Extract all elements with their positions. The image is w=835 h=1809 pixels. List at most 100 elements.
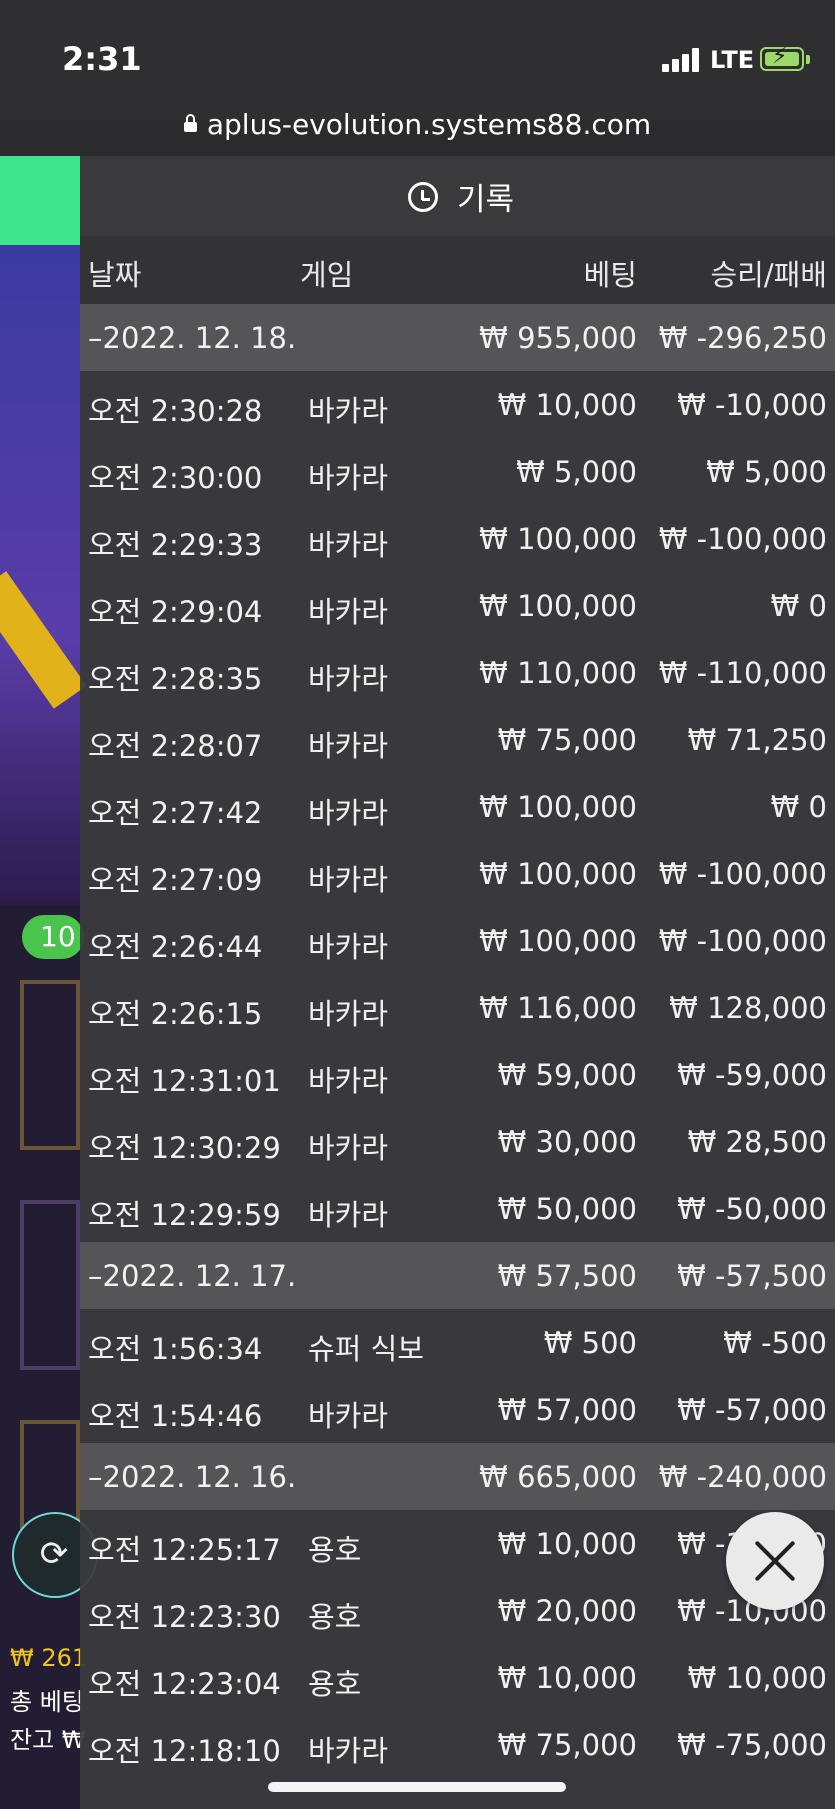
status-bar: 2:31 LTE ⚡ aplus-evolution.systems88.com [0, 0, 835, 141]
row-bet: ₩ 955,000 [479, 321, 637, 355]
row-bet: ₩ 5,000 [516, 455, 637, 489]
address-bar[interactable]: aplus-evolution.systems88.com [0, 108, 835, 141]
row-game: 바카라 [308, 1734, 389, 1768]
row-game: 바카라 [308, 461, 389, 495]
row-winloss: ₩ -59,000 [677, 1058, 827, 1092]
history-row: 오전 2:26:15 바카라 ₩ 116,000 ₩ 128,000 [80, 974, 835, 1041]
history-row: 오전 12:23:30 용호 ₩ 20,000 ₩ -10,000 [80, 1577, 835, 1644]
row-winloss: ₩ -240,000 [658, 1460, 827, 1494]
row-winloss: ₩ -100,000 [658, 857, 827, 891]
row-winloss: ₩ 0 [770, 589, 827, 623]
row-game: 바카라 [308, 1399, 389, 1433]
game-decor-green [0, 156, 80, 246]
row-winloss: ₩ -57,000 [677, 1393, 827, 1427]
row-time: 오전 2:26:44 [88, 930, 263, 964]
row-bet: ₩ 100,000 [479, 589, 637, 623]
row-game: 바카라 [308, 863, 389, 897]
signal-icon [662, 48, 702, 72]
history-row: 오전 12:30:29 바카라 ₩ 30,000 ₩ 28,500 [80, 1108, 835, 1175]
card-frame [20, 1200, 80, 1370]
row-game: 바카라 [308, 1131, 389, 1165]
row-winloss: ₩ 28,500 [687, 1125, 827, 1159]
row-time: 오전 2:30:00 [88, 461, 263, 495]
row-winloss: ₩ -10,000 [677, 388, 827, 422]
row-time: 오전 2:28:07 [88, 729, 263, 763]
row-time: 오전 2:29:33 [88, 528, 263, 562]
row-bet: ₩ 20,000 [497, 1594, 637, 1628]
row-bet: ₩ 100,000 [479, 522, 637, 556]
balance-label: 잔고 ₩ [10, 1726, 86, 1754]
row-game: 바카라 [308, 595, 389, 629]
row-time: 오전 2:26:15 [88, 997, 263, 1031]
home-indicator[interactable] [268, 1782, 566, 1792]
history-row: 오전 2:28:07 바카라 ₩ 75,000 ₩ 71,250 [80, 706, 835, 773]
panel-title: 기록 [457, 182, 515, 218]
row-time: 오전 2:27:42 [88, 796, 263, 830]
row-time: 오전 12:23:04 [88, 1667, 281, 1701]
col-date: 날짜 [88, 258, 142, 292]
close-button[interactable] [726, 1512, 824, 1610]
date-group-row[interactable]: –2022. 12. 16. ₩ 665,000 ₩ -240,000 [80, 1443, 835, 1510]
row-bet: ₩ 10,000 [497, 388, 637, 422]
row-bet: ₩ 100,000 [479, 790, 637, 824]
network-label: LTE [710, 46, 755, 74]
row-time: 오전 2:27:09 [88, 863, 263, 897]
row-bet: ₩ 57,000 [497, 1393, 637, 1427]
row-game: 바카라 [308, 662, 389, 696]
row-bet: ₩ 30,000 [497, 1125, 637, 1159]
row-bet: ₩ 75,000 [497, 1728, 637, 1762]
history-row: 오전 12:25:17용호₩ 10,000₩ -10,000 [80, 1510, 835, 1577]
history-icon [408, 182, 438, 212]
row-game: 바카라 [308, 930, 389, 964]
row-winloss: ₩ 71,250 [687, 723, 827, 757]
row-time: 오전 1:54:46 [88, 1399, 263, 1433]
repeat-icon: ⟳ [39, 1534, 69, 1574]
history-row: 오전 2:29:04 바카라 ₩ 100,000 ₩ 0 [80, 572, 835, 639]
row-time: 오전 2:30:28 [88, 394, 263, 428]
row-winloss: ₩ -50,000 [677, 1192, 827, 1226]
history-row: 오전 1:56:34 슈퍼 식보 ₩ 500 ₩ -500 [80, 1309, 835, 1376]
row-time: 오전 12:30:29 [88, 1131, 281, 1165]
battery-tip [806, 55, 810, 64]
balance-amount: ₩ 261 [10, 1644, 88, 1672]
row-bet: ₩ 500 [543, 1326, 637, 1360]
row-time: 오전 2:28:35 [88, 662, 263, 696]
row-bet: ₩ 665,000 [479, 1460, 637, 1494]
url-text: aplus-evolution.systems88.com [206, 108, 652, 141]
row-winloss: ₩ -500 [723, 1326, 827, 1360]
col-game: 게임 [300, 258, 354, 292]
history-row: 오전 2:30:28 바카라 ₩ 10,000 ₩ -10,000 [80, 371, 835, 438]
row-winloss: ₩ -110,000 [658, 656, 827, 690]
row-winloss: ₩ -100,000 [658, 924, 827, 958]
charging-icon: ⚡ [772, 44, 788, 69]
row-bet: ₩ 57,500 [497, 1259, 637, 1293]
row-game: 슈퍼 식보 [308, 1332, 424, 1366]
clock: 2:31 [62, 40, 142, 78]
row-game: 용호 [308, 1667, 362, 1701]
total-bet-label: 총 베팅 [10, 1688, 84, 1716]
row-bet: ₩ 116,000 [479, 991, 637, 1025]
game-badge: 10 [22, 915, 84, 959]
row-time: 오전 2:29:04 [88, 595, 263, 629]
row-winloss: ₩ -296,250 [658, 321, 827, 355]
history-row: 오전 2:26:44 바카라 ₩ 100,000 ₩ -100,000 [80, 907, 835, 974]
history-row: 오전 2:29:33 바카라 ₩ 100,000 ₩ -100,000 [80, 505, 835, 572]
date-group-row[interactable]: –2022. 12. 17. ₩ 57,500 ₩ -57,500 [80, 1242, 835, 1309]
row-winloss: ₩ 0 [770, 790, 827, 824]
row-game: 바카라 [308, 796, 389, 830]
row-time: 오전 12:23:30 [88, 1600, 281, 1634]
row-time: 오전 12:25:17 [88, 1533, 281, 1567]
history-row: 오전 2:28:35 바카라 ₩ 110,000 ₩ -110,000 [80, 639, 835, 706]
row-time: 오전 1:56:34 [88, 1332, 263, 1366]
history-row: 오전 12:23:04 용호 ₩ 10,000 ₩ 10,000 [80, 1644, 835, 1711]
row-bet: ₩ 75,000 [497, 723, 637, 757]
panel-header: 기록 [80, 156, 835, 236]
row-game: 바카라 [308, 997, 389, 1031]
date-group-row[interactable]: –2022. 12. 18. ₩ 955,000 ₩ -296,250 [80, 304, 835, 371]
row-game: 바카라 [308, 1064, 389, 1098]
history-row: 오전 12:18:10 바카라 ₩ 75,000 ₩ -75,000 [80, 1711, 835, 1778]
column-headers: 날짜 게임 베팅 승리/패배 [80, 236, 835, 304]
row-bet: ₩ 110,000 [479, 656, 637, 690]
row-winloss: ₩ 10,000 [687, 1661, 827, 1695]
card-frame [20, 980, 80, 1150]
